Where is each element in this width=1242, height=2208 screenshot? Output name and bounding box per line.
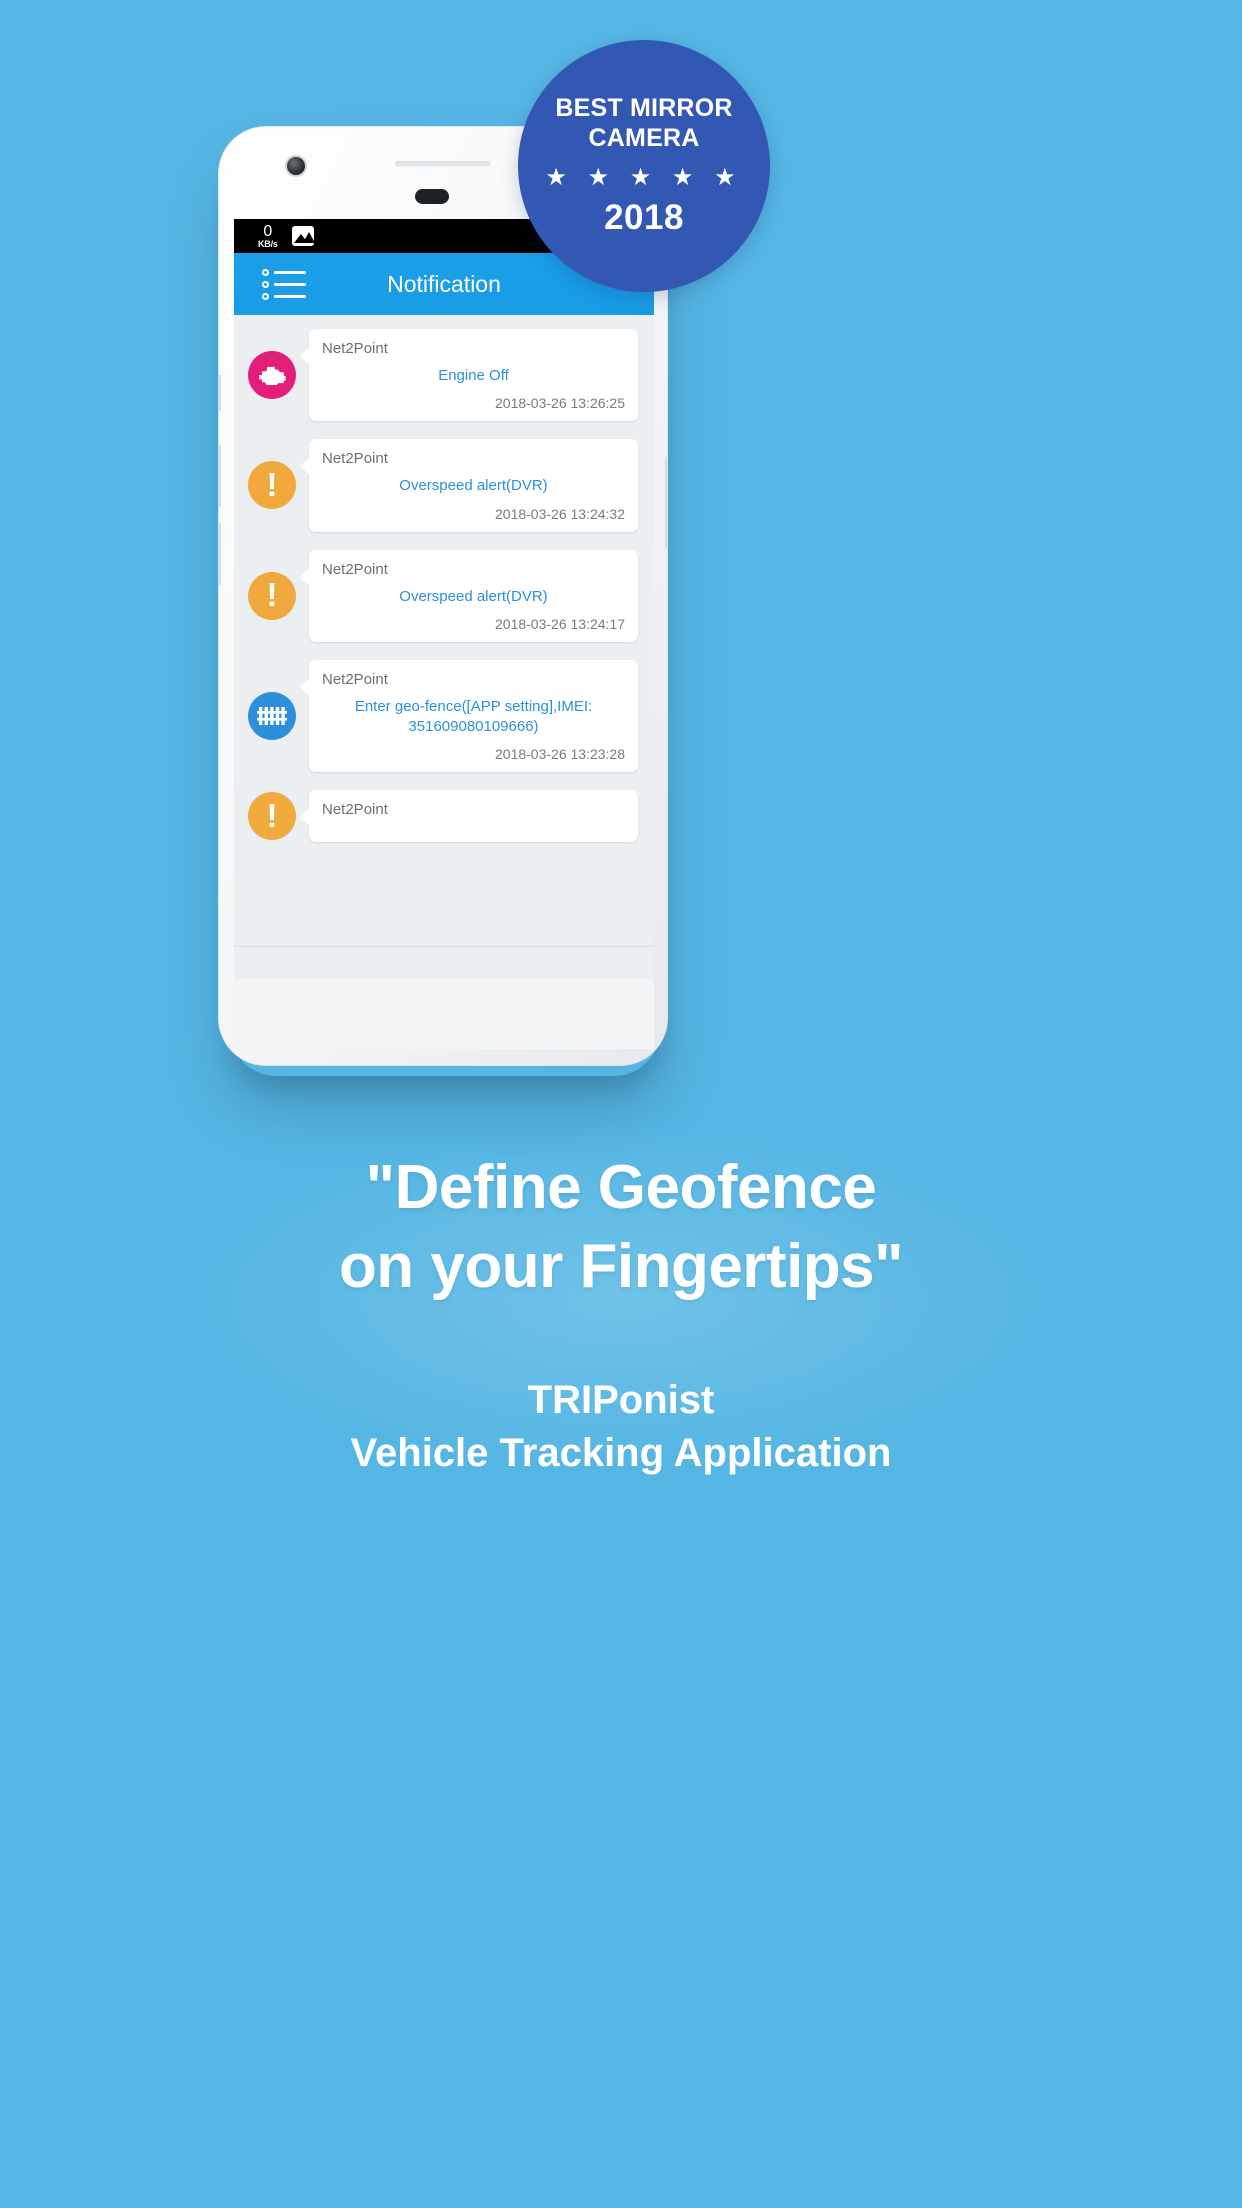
- exclamation-glyph: !: [266, 465, 278, 503]
- notification-card[interactable]: Net2Point Enter geo-fence([APP setting],…: [300, 659, 638, 773]
- menu-bullet: [262, 280, 269, 288]
- proximity-sensor: [415, 189, 449, 204]
- headline-line-1: "Define Geofence: [365, 1153, 877, 1222]
- phone-volume-up-button: [219, 445, 221, 507]
- award-badge: BEST MIRROR CAMERA ★ ★ ★ ★ ★ 2018: [518, 40, 770, 292]
- notification-message: Engine Off: [438, 367, 509, 384]
- phone-side-button-top: [219, 375, 221, 411]
- notification-source: Net2Point: [322, 340, 388, 357]
- subheadline-line-2: Vehicle Tracking Application: [350, 1431, 892, 1476]
- fence-glyph: [257, 707, 287, 725]
- headline: "Define Geofence on your Fingertips": [0, 1148, 1242, 1307]
- subheadline-line-1: TRIPonist: [527, 1378, 715, 1422]
- exclamation-glyph: !: [266, 576, 278, 614]
- star-rating-icon: ★ ★ ★ ★ ★: [545, 164, 743, 191]
- list-item[interactable]: ! Net2Point Overspeed alert(DVR) 2018-03…: [234, 549, 654, 642]
- notification-card[interactable]: Net2Point: [300, 790, 638, 843]
- notification-source: Net2Point: [322, 450, 388, 468]
- headline-line-2: on your Fingertips": [338, 1232, 904, 1302]
- notification-message: Enter geo-fence([APP setting],IMEI: 3516…: [354, 697, 593, 735]
- phone-screen: 0 KB/s VoLTE Notification: [234, 219, 654, 979]
- phone-power-button: [665, 457, 667, 549]
- network-speed-value: 0: [263, 222, 273, 240]
- notification-message: Overspeed alert(DVR): [399, 587, 548, 605]
- phone-volume-down-button: [219, 523, 221, 585]
- engine-glyph: [259, 366, 286, 386]
- notification-source: Net2Point: [322, 560, 388, 578]
- notification-timestamp: 2018-03-26 13:24:32: [495, 505, 625, 522]
- notification-card[interactable]: Net2Point Overspeed alert(DVR) 2018-03-2…: [300, 549, 638, 642]
- notification-source: Net2Point: [322, 670, 388, 688]
- list-menu-icon[interactable]: [262, 267, 306, 301]
- award-badge-year: 2018: [604, 198, 684, 237]
- warning-icon: !: [248, 461, 296, 510]
- network-speed-indicator: 0 KB/s: [258, 222, 278, 249]
- award-badge-line1: BEST MIRROR: [555, 94, 733, 122]
- notification-timestamp: 2018-03-26 13:26:25: [495, 395, 625, 412]
- warning-icon: !: [248, 571, 296, 620]
- list-divider: [234, 946, 654, 947]
- notification-list[interactable]: Net2Point Engine Off 2018-03-26 13:26:25…: [234, 315, 654, 979]
- exclamation-glyph: !: [266, 796, 278, 834]
- notification-timestamp: 2018-03-26 13:23:28: [495, 746, 625, 763]
- list-item[interactable]: Net2Point Engine Off 2018-03-26 13:26:25: [234, 329, 654, 422]
- award-badge-line2: CAMERA: [588, 123, 700, 152]
- earpiece-speaker: [395, 161, 491, 167]
- image-icon: [291, 226, 314, 246]
- phone-chin: [234, 979, 654, 1049]
- notification-timestamp: 2018-03-26 13:24:17: [495, 615, 625, 632]
- front-camera-icon: [285, 155, 307, 177]
- notification-source: Net2Point: [322, 801, 388, 819]
- geofence-icon: [248, 692, 296, 740]
- notification-message: Overspeed alert(DVR): [399, 477, 548, 495]
- engine-icon: [248, 351, 296, 400]
- network-speed-unit: KB/s: [258, 238, 278, 249]
- warning-icon: !: [248, 792, 296, 841]
- menu-line: [274, 270, 306, 274]
- menu-line: [274, 294, 306, 298]
- list-item[interactable]: ! Net2Point Overspeed alert(DVR) 2018-03…: [234, 439, 654, 532]
- menu-line: [274, 282, 306, 286]
- notification-card[interactable]: Net2Point Engine Off 2018-03-26 13:26:25: [300, 329, 638, 422]
- subheadline: TRIPonist Vehicle Tracking Application: [0, 1374, 1242, 1480]
- notification-card[interactable]: Net2Point Overspeed alert(DVR) 2018-03-2…: [300, 439, 638, 532]
- list-item[interactable]: ! Net2Point: [234, 790, 654, 843]
- menu-bullet: [262, 268, 269, 276]
- list-item[interactable]: Net2Point Enter geo-fence([APP setting],…: [234, 659, 654, 773]
- menu-bullet: [262, 292, 269, 300]
